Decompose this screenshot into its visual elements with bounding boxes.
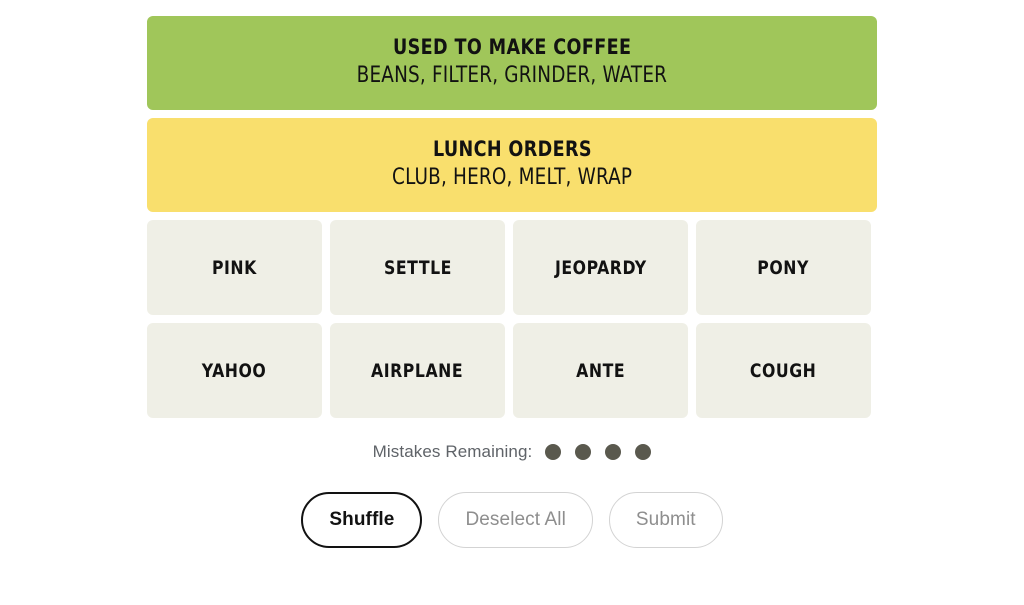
word-tile[interactable]: JEOPARDY [513, 220, 688, 315]
word-tile[interactable]: PONY [696, 220, 871, 315]
control-buttons: Shuffle Deselect All Submit [0, 492, 1024, 548]
word-tile-label: COUGH [750, 359, 817, 382]
word-tile[interactable]: COUGH [696, 323, 871, 418]
mistakes-remaining-label: Mistakes Remaining: [372, 442, 533, 461]
word-tile-label: PONY [757, 256, 810, 279]
mistake-dots [545, 444, 652, 460]
mistake-dot [575, 444, 592, 460]
word-tile[interactable]: SETTLE [330, 220, 505, 315]
word-tile-label: PINK [212, 256, 257, 279]
mistake-dot [605, 444, 622, 460]
word-tile-label: JEOPARDY [554, 256, 647, 279]
mistakes-remaining: Mistakes Remaining: [0, 442, 1024, 462]
solved-group-title: LUNCH ORDERS [432, 137, 592, 162]
word-tile-label: YAHOO [202, 359, 267, 382]
deselect-all-button-label: Deselect All [465, 509, 566, 530]
shuffle-button[interactable]: Shuffle [301, 492, 423, 548]
solved-group-row: LUNCH ORDERS CLUB, HERO, MELT, WRAP [147, 118, 877, 212]
solved-group-members: CLUB, HERO, MELT, WRAP [391, 165, 633, 191]
tile-row: PINK SETTLE JEOPARDY PONY [147, 220, 877, 315]
word-tile[interactable]: AIRPLANE [330, 323, 505, 418]
word-tile-label: SETTLE [383, 256, 452, 279]
mistake-dot [545, 444, 562, 460]
word-tile[interactable]: PINK [147, 220, 322, 315]
word-tile[interactable]: YAHOO [147, 323, 322, 418]
connections-game: USED TO MAKE COFFEE BEANS, FILTER, GRIND… [0, 0, 1024, 605]
submit-button[interactable]: Submit [608, 492, 723, 548]
solved-group-members: BEANS, FILTER, GRINDER, WATER [356, 63, 668, 89]
submit-button-label: Submit [635, 509, 696, 530]
solved-group-row: USED TO MAKE COFFEE BEANS, FILTER, GRIND… [147, 16, 877, 110]
word-tile-label: ANTE [575, 359, 626, 382]
shuffle-button-label: Shuffle [329, 509, 395, 530]
deselect-all-button[interactable]: Deselect All [438, 492, 593, 548]
tile-row: YAHOO AIRPLANE ANTE COUGH [147, 323, 877, 418]
puzzle-board: USED TO MAKE COFFEE BEANS, FILTER, GRIND… [147, 16, 877, 426]
mistake-dot [635, 444, 652, 460]
word-tile-label: AIRPLANE [371, 359, 464, 382]
solved-group-title: USED TO MAKE COFFEE [392, 35, 632, 60]
word-tile[interactable]: ANTE [513, 323, 688, 418]
